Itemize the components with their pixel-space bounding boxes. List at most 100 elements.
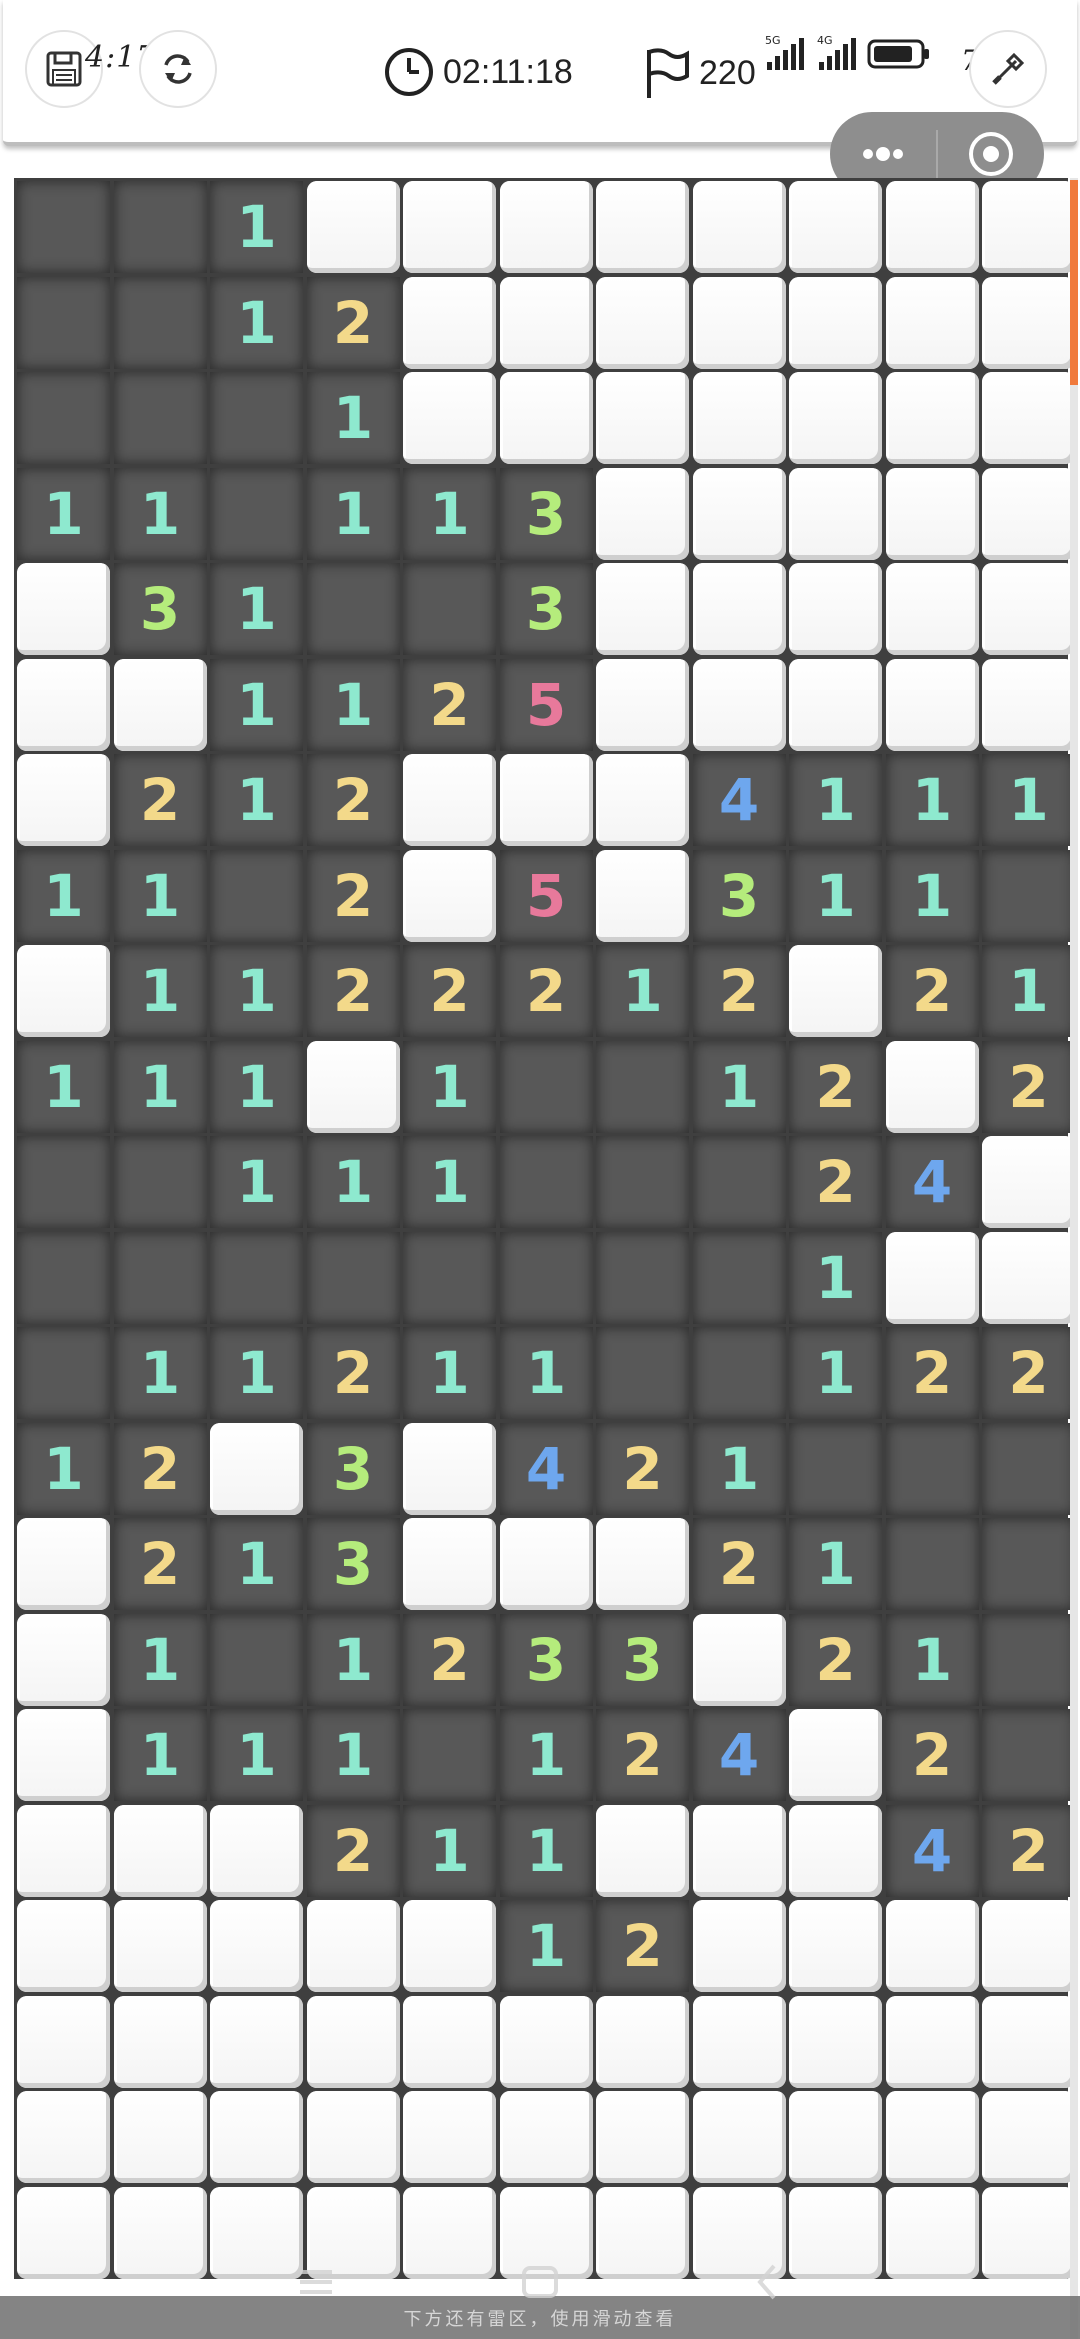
number-tile[interactable]: 1 <box>306 372 400 464</box>
revealed-empty-tile[interactable] <box>596 1231 689 1324</box>
hidden-tile[interactable] <box>17 658 110 751</box>
number-tile[interactable]: 2 <box>692 1518 786 1610</box>
number-tile[interactable]: 2 <box>596 1422 689 1515</box>
number-tile[interactable]: 2 <box>306 1327 400 1419</box>
hidden-tile[interactable] <box>210 1900 303 1992</box>
hidden-tile[interactable] <box>885 658 979 751</box>
number-tile[interactable]: 2 <box>885 1327 979 1419</box>
hidden-tile[interactable] <box>596 2186 689 2279</box>
hidden-tile[interactable] <box>885 1995 979 2088</box>
number-tile[interactable]: 1 <box>210 181 303 273</box>
hidden-tile[interactable] <box>692 1900 786 1992</box>
number-tile[interactable]: 1 <box>885 1613 979 1706</box>
hidden-tile[interactable] <box>982 563 1075 655</box>
hidden-tile[interactable] <box>885 181 979 273</box>
hidden-tile[interactable] <box>17 563 110 655</box>
hidden-tile[interactable] <box>596 1518 689 1610</box>
revealed-empty-tile[interactable] <box>596 1327 689 1419</box>
number-tile[interactable]: 2 <box>982 1804 1075 1897</box>
hidden-tile[interactable] <box>113 2091 207 2183</box>
hidden-tile[interactable] <box>17 1613 110 1706</box>
revealed-empty-tile[interactable] <box>499 1231 593 1324</box>
number-tile[interactable]: 2 <box>692 945 786 1037</box>
revealed-empty-tile[interactable] <box>306 1231 400 1324</box>
hidden-tile[interactable] <box>210 2091 303 2183</box>
tool-toggle-button[interactable] <box>969 30 1047 108</box>
number-tile[interactable]: 1 <box>17 1422 110 1515</box>
hidden-tile[interactable] <box>113 1804 207 1897</box>
hidden-tile[interactable] <box>692 563 786 655</box>
number-tile[interactable]: 2 <box>113 1518 207 1610</box>
hidden-tile[interactable] <box>113 1995 207 2088</box>
number-tile[interactable]: 1 <box>692 1040 786 1133</box>
hidden-tile[interactable] <box>789 276 882 369</box>
number-tile[interactable]: 1 <box>403 467 496 560</box>
number-tile[interactable]: 2 <box>596 1900 689 1992</box>
hidden-tile[interactable] <box>885 276 979 369</box>
hidden-tile[interactable] <box>403 1518 496 1610</box>
hidden-tile[interactable] <box>17 2186 110 2279</box>
number-tile[interactable]: 1 <box>403 1804 496 1897</box>
number-tile[interactable]: 3 <box>499 1613 593 1706</box>
hidden-tile[interactable] <box>789 372 882 464</box>
number-tile[interactable]: 1 <box>499 1327 593 1419</box>
number-tile[interactable]: 5 <box>499 849 593 942</box>
number-tile[interactable]: 2 <box>789 1136 882 1228</box>
number-tile[interactable]: 1 <box>789 1518 882 1610</box>
scroll-track[interactable] <box>1070 178 1078 2339</box>
number-tile[interactable]: 1 <box>113 849 207 942</box>
revealed-empty-tile[interactable] <box>499 1136 593 1228</box>
hidden-tile[interactable] <box>982 1900 1075 1992</box>
number-tile[interactable]: 1 <box>403 1040 496 1133</box>
hidden-tile[interactable] <box>17 1995 110 2088</box>
hidden-tile[interactable] <box>692 276 786 369</box>
revealed-empty-tile[interactable] <box>789 1422 882 1515</box>
number-tile[interactable]: 1 <box>499 1709 593 1801</box>
revealed-empty-tile[interactable] <box>692 1231 786 1324</box>
number-tile[interactable]: 1 <box>499 1900 593 1992</box>
revealed-empty-tile[interactable] <box>596 1136 689 1228</box>
number-tile[interactable]: 1 <box>210 563 303 655</box>
hidden-tile[interactable] <box>499 2091 593 2183</box>
number-tile[interactable]: 1 <box>113 1613 207 1706</box>
hidden-tile[interactable] <box>885 2186 979 2279</box>
number-tile[interactable]: 1 <box>210 754 303 846</box>
number-tile[interactable]: 1 <box>306 1613 400 1706</box>
hidden-tile[interactable] <box>982 658 1075 751</box>
revealed-empty-tile[interactable] <box>17 276 110 369</box>
hidden-tile[interactable] <box>596 2091 689 2183</box>
hidden-tile[interactable] <box>403 849 496 942</box>
hidden-tile[interactable] <box>596 372 689 464</box>
number-tile[interactable]: 2 <box>403 945 496 1037</box>
number-tile[interactable]: 1 <box>789 849 882 942</box>
hidden-tile[interactable] <box>17 1804 110 1897</box>
number-tile[interactable]: 4 <box>885 1804 979 1897</box>
hidden-tile[interactable] <box>113 658 207 751</box>
hidden-tile[interactable] <box>596 849 689 942</box>
number-tile[interactable]: 1 <box>306 658 400 751</box>
number-tile[interactable]: 1 <box>17 849 110 942</box>
revealed-empty-tile[interactable] <box>113 1136 207 1228</box>
hidden-tile[interactable] <box>789 1995 882 2088</box>
number-tile[interactable]: 4 <box>692 1709 786 1801</box>
number-tile[interactable]: 1 <box>885 849 979 942</box>
hidden-tile[interactable] <box>789 467 882 560</box>
number-tile[interactable]: 1 <box>210 1518 303 1610</box>
number-tile[interactable]: 1 <box>789 754 882 846</box>
hidden-tile[interactable] <box>692 1613 786 1706</box>
number-tile[interactable]: 1 <box>306 467 400 560</box>
revealed-empty-tile[interactable] <box>982 849 1075 942</box>
hidden-tile[interactable] <box>692 658 786 751</box>
number-tile[interactable]: 1 <box>113 1709 207 1801</box>
hidden-tile[interactable] <box>596 658 689 751</box>
hidden-tile[interactable] <box>403 276 496 369</box>
number-tile[interactable]: 2 <box>789 1040 882 1133</box>
revealed-empty-tile[interactable] <box>596 1040 689 1133</box>
number-tile[interactable]: 3 <box>499 563 593 655</box>
number-tile[interactable]: 3 <box>692 849 786 942</box>
number-tile[interactable]: 1 <box>596 945 689 1037</box>
hidden-tile[interactable] <box>596 276 689 369</box>
hidden-tile[interactable] <box>982 1136 1075 1228</box>
hidden-tile[interactable] <box>982 372 1075 464</box>
hidden-tile[interactable] <box>403 1900 496 1992</box>
